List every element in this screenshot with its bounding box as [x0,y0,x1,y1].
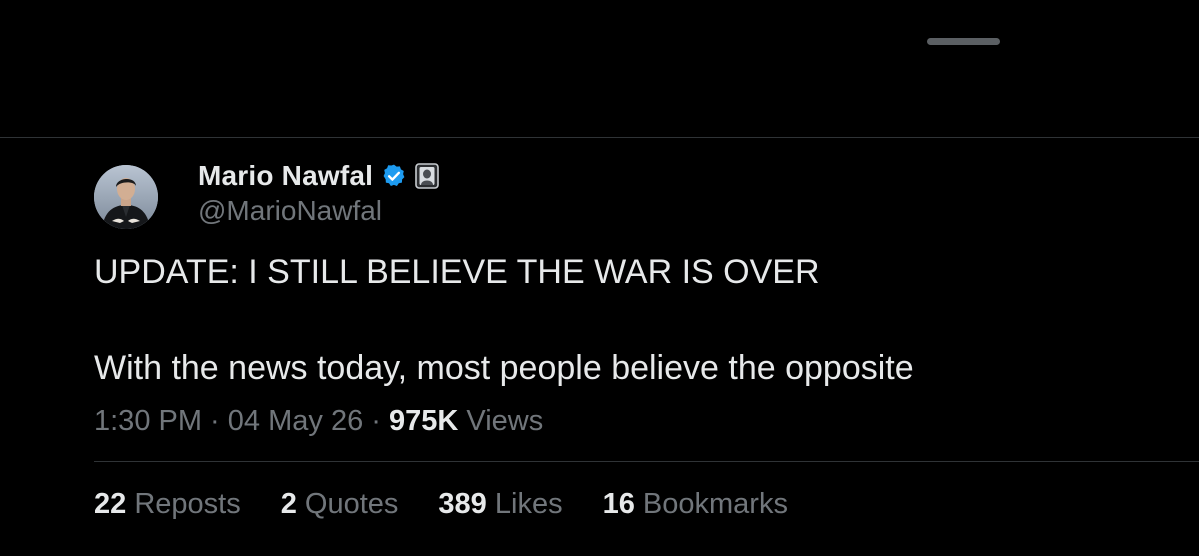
avatar-image [94,165,158,229]
likes-label: Likes [486,488,563,520]
views-count[interactable]: 975K [389,405,458,437]
quotes-count: 2 [280,488,297,520]
likes-count: 389 [438,488,487,520]
tweet-date[interactable]: 04 May 26 [228,405,363,437]
tweet-text: UPDATE: I STILL BELIEVE THE WAR IS OVER … [94,250,1154,390]
tweet-text-line: With the news today, most people believe… [94,349,914,387]
affiliate-badge-icon[interactable] [415,163,439,189]
header-divider [0,137,1199,138]
verified-badge-icon[interactable] [381,163,407,189]
author-display-name[interactable]: Mario Nawfal [198,160,373,192]
tweet-stats: 22 Reposts 2 Quotes 389 Likes 16 Bookmar… [94,488,788,521]
meta-separator: · [202,405,228,437]
avatar[interactable] [94,165,158,229]
reposts-count: 22 [94,488,127,520]
meta-separator: · [363,405,389,437]
sheet-drag-handle[interactable] [927,38,1000,45]
likes-stat[interactable]: 389 Likes [438,488,562,521]
reposts-label: Reposts [126,488,241,520]
reposts-stat[interactable]: 22 Reposts [94,488,241,521]
author-handle[interactable]: @MarioNawfal [198,195,382,227]
stats-divider [94,461,1199,462]
views-label[interactable]: Views [458,405,543,437]
tweet-time[interactable]: 1:30 PM [94,405,202,437]
bookmarks-count: 16 [602,488,635,520]
author-name-row[interactable]: Mario Nawfal [198,157,439,195]
tweet-text-line: UPDATE: I STILL BELIEVE THE WAR IS OVER [94,253,820,291]
quotes-label: Quotes [296,488,399,520]
quotes-stat[interactable]: 2 Quotes [281,488,399,521]
bookmarks-stat[interactable]: 16 Bookmarks [603,488,788,521]
tweet-meta: 1:30 PM · 04 May 26 · 975K Views [94,405,543,438]
bookmarks-label: Bookmarks [634,488,788,520]
